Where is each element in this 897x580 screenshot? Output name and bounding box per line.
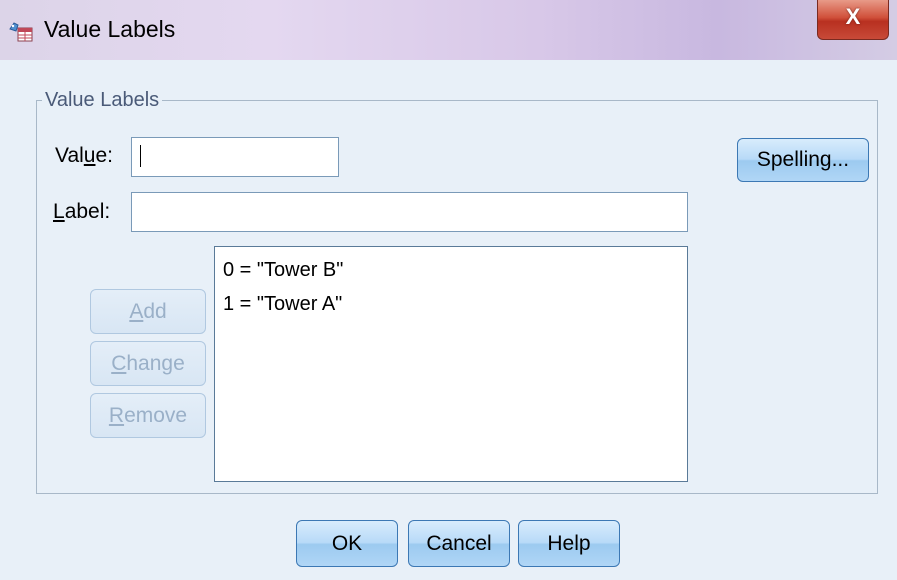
- value-labels-dialog: Value Labels X Value Labels Value: Spell…: [0, 0, 897, 580]
- label-label-part: abel:: [64, 200, 111, 223]
- change-label-part: hange: [126, 351, 185, 375]
- label-input[interactable]: [131, 192, 688, 232]
- remove-mnemonic: R: [108, 403, 125, 427]
- close-icon: X: [845, 3, 861, 29]
- change-mnemonic: C: [111, 351, 127, 375]
- label-label-mnemonic: L: [53, 200, 65, 223]
- spelling-button[interactable]: Spelling...: [737, 138, 869, 182]
- list-item[interactable]: 1 = "Tower A": [223, 293, 342, 316]
- value-label-part: e:: [95, 144, 113, 167]
- window-title: Value Labels: [44, 16, 176, 42]
- group-label: Value Labels: [42, 89, 163, 112]
- value-labels-list[interactable]: 0 = "Tower B" 1 = "Tower A": [214, 246, 688, 482]
- text-caret: [140, 145, 141, 167]
- remove-label-part: emove: [124, 403, 188, 427]
- value-labels-app-icon: [8, 19, 34, 43]
- ok-button[interactable]: OK: [296, 520, 398, 567]
- add-mnemonic: A: [129, 299, 144, 323]
- value-field-label: Value:: [55, 144, 113, 168]
- title-bar: Value Labels X: [0, 0, 897, 60]
- add-label-part: dd: [143, 299, 167, 323]
- value-label-part: Val: [55, 144, 84, 167]
- label-field-label: Label:: [53, 200, 110, 224]
- cancel-button[interactable]: Cancel: [408, 520, 510, 567]
- value-input[interactable]: [131, 137, 339, 177]
- remove-button[interactable]: Remove: [90, 393, 206, 438]
- change-button[interactable]: Change: [90, 341, 206, 386]
- value-label-mnemonic: u: [83, 144, 96, 167]
- add-button[interactable]: Add: [90, 289, 206, 334]
- close-button[interactable]: X: [817, 0, 889, 40]
- list-item[interactable]: 0 = "Tower B": [223, 259, 343, 282]
- help-button[interactable]: Help: [518, 520, 620, 567]
